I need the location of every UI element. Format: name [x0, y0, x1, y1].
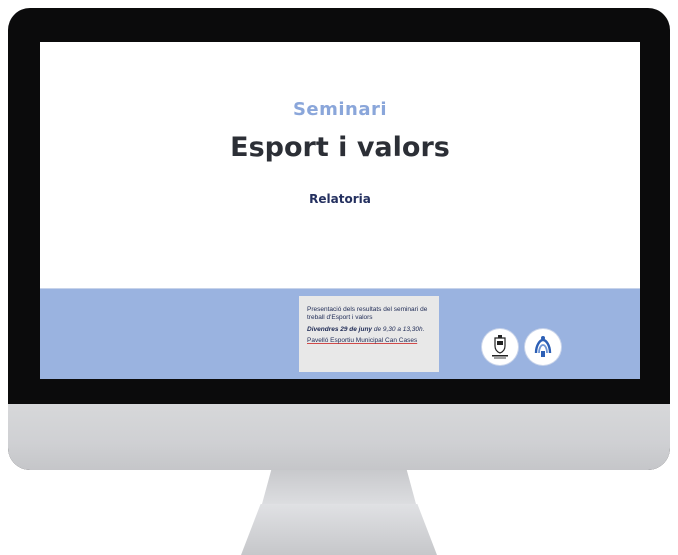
slide-kicker: Seminari	[292, 99, 388, 120]
sports-emblem-icon	[525, 329, 561, 365]
info-place: Pavelló Esportiu Municipal Can Cases	[307, 337, 433, 345]
info-box: Presentació dels resultats del seminari …	[299, 296, 439, 372]
ajuntament-shield-icon	[482, 329, 518, 365]
monitor: Seminari Esport i valors Relatoria Prese…	[8, 8, 670, 470]
monitor-chin	[8, 404, 670, 470]
slide-subtitle: Relatoria	[309, 192, 371, 206]
info-date: Divendres 29 de juny de 9,30 a 13,30h.	[307, 325, 433, 334]
monitor-stand-base	[241, 504, 437, 555]
info-date-day: Divendres 29 de juny	[307, 326, 373, 333]
info-place-text: Pavelló Esportiu Municipal Can Cases	[307, 337, 418, 344]
info-description: Presentació dels resultats del seminari …	[307, 306, 428, 321]
slide-title: Esport i valors	[230, 132, 450, 163]
screen: Seminari Esport i valors Relatoria Prese…	[40, 42, 640, 379]
monitor-stand-neck	[262, 470, 416, 504]
info-date-time: de 9,30 a 13,30h.	[372, 326, 425, 333]
